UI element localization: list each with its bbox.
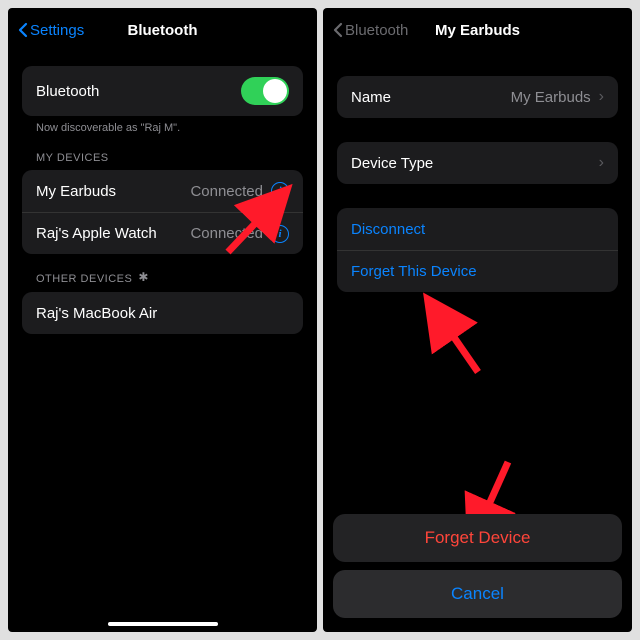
annotation-arrow <box>413 292 503 382</box>
bluetooth-toggle-group: Bluetooth <box>22 66 303 116</box>
forget-this-device-row[interactable]: Forget This Device <box>337 250 618 292</box>
device-name: Raj's MacBook Air <box>36 305 157 322</box>
chevron-right-icon: › <box>599 88 604 106</box>
actions-group: Disconnect Forget This Device <box>337 208 618 292</box>
back-button[interactable]: Settings <box>18 22 84 39</box>
chevron-left-icon <box>18 22 28 38</box>
info-icon[interactable]: i <box>271 182 289 200</box>
other-devices-group: Raj's MacBook Air <box>22 292 303 334</box>
device-name: Raj's Apple Watch <box>36 225 157 242</box>
chevron-left-icon <box>333 22 343 38</box>
page-title: Bluetooth <box>128 22 198 39</box>
name-label: Name <box>351 89 391 106</box>
back-button[interactable]: Bluetooth <box>333 22 408 39</box>
cancel-button[interactable]: Cancel <box>333 570 622 618</box>
bluetooth-settings-screen: Settings Bluetooth Bluetooth Now discove… <box>8 8 317 632</box>
device-type-row[interactable]: Device Type › <box>337 142 618 184</box>
bluetooth-toggle-row[interactable]: Bluetooth <box>22 66 303 116</box>
navbar: Settings Bluetooth <box>8 8 317 52</box>
chevron-right-icon: › <box>599 154 604 172</box>
bluetooth-toggle[interactable] <box>241 77 289 105</box>
device-row-earbuds[interactable]: My Earbuds Connected i <box>22 170 303 212</box>
device-row-watch[interactable]: Raj's Apple Watch Connected i <box>22 212 303 254</box>
device-detail-screen: Bluetooth My Earbuds Name My Earbuds › D… <box>323 8 632 632</box>
disconnect-row[interactable]: Disconnect <box>337 208 618 250</box>
name-value: My Earbuds <box>511 89 591 106</box>
back-label: Bluetooth <box>345 22 408 39</box>
action-sheet: Forget Device Cancel <box>333 506 622 618</box>
device-row-macbook[interactable]: Raj's MacBook Air <box>22 292 303 334</box>
name-group: Name My Earbuds › <box>337 76 618 118</box>
other-devices-header: OTHER DEVICES <box>22 254 303 292</box>
discoverable-footnote: Now discoverable as "Raj M". <box>22 116 303 134</box>
back-label: Settings <box>30 22 84 39</box>
home-indicator[interactable] <box>108 622 218 626</box>
device-type-label: Device Type <box>351 155 433 172</box>
forget-device-button[interactable]: Forget Device <box>333 514 622 562</box>
info-icon[interactable]: i <box>271 225 289 243</box>
my-devices-header: MY DEVICES <box>22 134 303 170</box>
device-status: Connected <box>190 183 263 200</box>
device-status: Connected <box>190 225 263 242</box>
forget-label: Forget This Device <box>351 263 477 280</box>
bluetooth-toggle-label: Bluetooth <box>36 83 99 100</box>
device-name: My Earbuds <box>36 183 116 200</box>
name-row[interactable]: Name My Earbuds › <box>337 76 618 118</box>
page-title: My Earbuds <box>435 22 520 39</box>
spinner-icon <box>138 272 152 286</box>
navbar: Bluetooth My Earbuds <box>323 8 632 52</box>
device-type-group: Device Type › <box>337 142 618 184</box>
my-devices-group: My Earbuds Connected i Raj's Apple Watch… <box>22 170 303 254</box>
disconnect-label: Disconnect <box>351 221 425 238</box>
